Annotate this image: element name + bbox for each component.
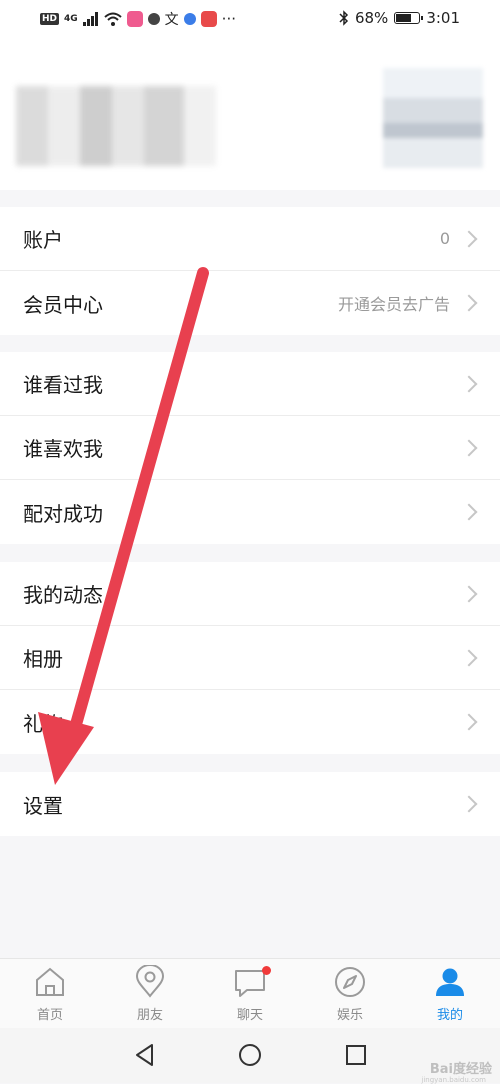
tab-me[interactable]: 我的 xyxy=(400,959,500,1029)
section-social: 谁看过我 谁喜欢我 配对成功 xyxy=(0,352,500,544)
network-type: 4G xyxy=(64,14,78,24)
tab-home[interactable]: 首页 xyxy=(0,959,100,1029)
chevron-right-icon xyxy=(460,230,478,247)
status-bar: HD 4G 文 ··· 68% 3:01 xyxy=(0,0,500,38)
menu-item-settings[interactable]: 设置 xyxy=(0,772,500,836)
bluetooth-icon xyxy=(339,10,349,26)
home-icon xyxy=(36,967,64,996)
menu-item-label: 相册 xyxy=(23,647,63,671)
menu-item-label: 我的动态 xyxy=(23,583,103,607)
app-icon xyxy=(200,11,217,27)
account-balance: 0 xyxy=(439,229,450,248)
status-left-icons: HD 4G 文 ··· xyxy=(40,9,236,29)
menu-item-matches[interactable]: 配对成功 xyxy=(0,480,500,544)
chevron-right-icon xyxy=(460,713,478,731)
system-nav-bar: Bai度经验 jingyan.baidu.com xyxy=(0,1028,500,1084)
back-triangle-icon[interactable] xyxy=(132,1042,158,1068)
chevron-right-icon xyxy=(460,294,478,312)
menu-item-label: 账户 xyxy=(23,228,63,252)
battery-icon xyxy=(394,12,424,24)
menu-item-membership[interactable]: 会员中心 开通会员去广告 xyxy=(0,271,500,335)
tab-label: 朋友 xyxy=(136,1008,163,1023)
tab-entertainment[interactable]: 娱乐 xyxy=(300,959,400,1029)
avatar[interactable] xyxy=(383,68,483,168)
more-notifications: ··· xyxy=(221,10,236,28)
signal-icon xyxy=(82,12,98,26)
music-icon xyxy=(183,13,196,25)
location-pin-icon xyxy=(135,965,165,998)
menu-item-who-likes-me[interactable]: 谁喜欢我 xyxy=(0,416,500,480)
menu-item-my-posts[interactable]: 我的动态 xyxy=(0,562,500,626)
menu-item-label: 谁看过我 xyxy=(23,373,103,397)
bottom-tab-bar: 首页 朋友 聊天 娱乐 我的 xyxy=(0,958,500,1029)
wifi-icon xyxy=(104,12,122,26)
chevron-right-icon xyxy=(460,649,478,666)
menu-item-label: 设置 xyxy=(23,793,63,818)
status-right-icons: 68% 3:01 xyxy=(339,9,460,27)
person-icon xyxy=(436,968,464,996)
tab-label: 首页 xyxy=(36,1008,63,1023)
menu-item-gifts[interactable]: 礼物 xyxy=(0,690,500,754)
tab-chat[interactable]: 聊天 xyxy=(200,959,300,1029)
chevron-right-icon xyxy=(460,503,478,521)
tab-label: 我的 xyxy=(436,1008,463,1023)
menu-item-label: 谁喜欢我 xyxy=(23,437,103,461)
compass-icon xyxy=(335,967,365,997)
section-account: 账户 0 会员中心 开通会员去广告 xyxy=(0,207,500,335)
home-circle-icon[interactable] xyxy=(237,1042,263,1068)
chevron-right-icon xyxy=(460,375,478,392)
app-notification-icon xyxy=(126,11,143,27)
clock: 3:01 xyxy=(426,9,460,27)
message-icon xyxy=(147,13,160,25)
menu-item-label: 礼物 xyxy=(23,711,63,736)
tab-label: 聊天 xyxy=(236,1008,263,1023)
recents-square-icon[interactable] xyxy=(343,1042,369,1068)
chat-unread-badge xyxy=(262,966,271,975)
section-content: 我的动态 相册 礼物 xyxy=(0,562,500,754)
battery-percent: 68% xyxy=(354,9,389,27)
menu-item-who-viewed-me[interactable]: 谁看过我 xyxy=(0,352,500,416)
chevron-right-icon xyxy=(460,439,478,456)
translate-icon: 文 xyxy=(164,12,179,28)
tab-friends[interactable]: 朋友 xyxy=(100,959,200,1029)
menu-item-album[interactable]: 相册 xyxy=(0,626,500,690)
menu-item-account[interactable]: 账户 0 xyxy=(0,207,500,271)
menu-item-label: 配对成功 xyxy=(23,501,103,526)
baidu-watermark: Bai度经验 xyxy=(429,1062,492,1077)
profile-name-blurred xyxy=(16,86,216,166)
tab-label: 娱乐 xyxy=(336,1008,363,1023)
profile-header[interactable] xyxy=(0,38,500,190)
section-settings: 设置 xyxy=(0,772,500,836)
hd-badge: HD xyxy=(40,13,60,25)
chevron-right-icon xyxy=(460,795,478,813)
menu-item-label: 会员中心 xyxy=(23,292,103,317)
chevron-right-icon xyxy=(460,585,478,602)
membership-hint: 开通会员去广告 xyxy=(337,295,450,314)
